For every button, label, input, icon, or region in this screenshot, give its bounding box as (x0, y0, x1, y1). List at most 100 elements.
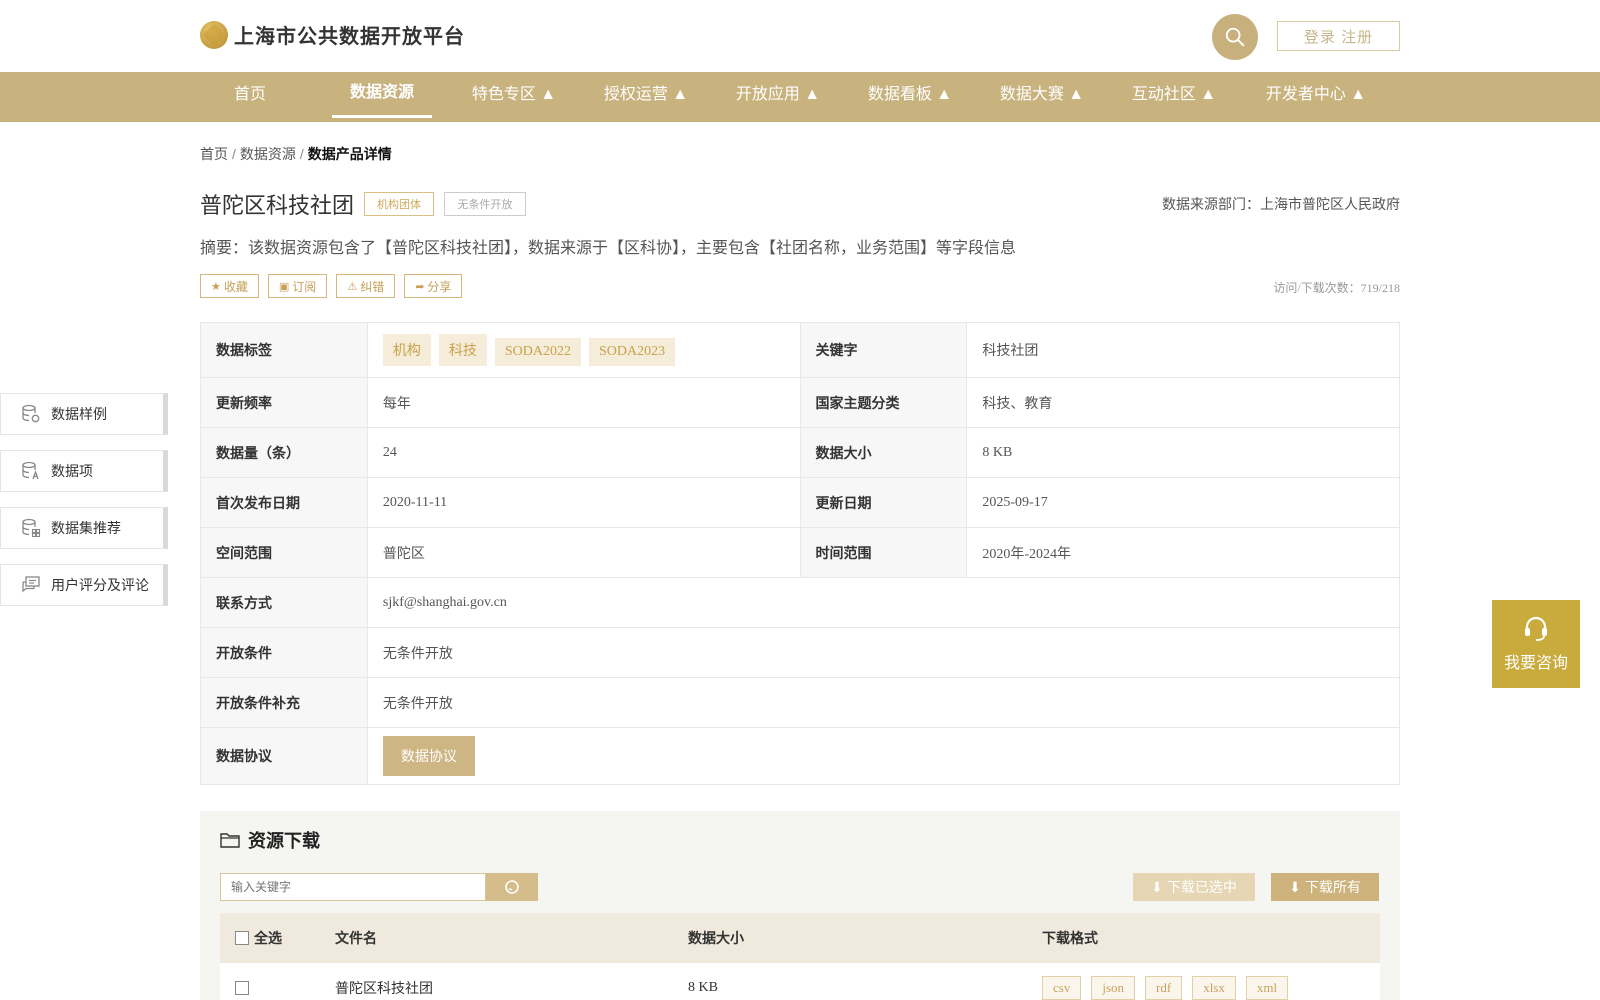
keyword-label: 关键字 (799, 322, 968, 378)
format-json-button[interactable]: json (1091, 976, 1136, 1000)
select-all-checkbox[interactable] (235, 931, 249, 945)
nav-authorized-ops[interactable]: 授权运营 ▲ (596, 72, 696, 122)
side-tab-label: 数据集推荐 (51, 520, 121, 536)
nav-developer[interactable]: 开发者中心 ▲ (1256, 72, 1376, 122)
source-department: 数据来源部门：上海市普陀区人民政府 (1162, 196, 1400, 212)
nav-data-contest[interactable]: 数据大赛 ▲ (992, 72, 1092, 122)
select-all[interactable]: 全选 (235, 913, 282, 963)
col-size: 数据大小 (688, 930, 744, 946)
download-search-input[interactable] (220, 873, 486, 901)
info-row: 数据标签 机构 科技 SODA2022 SODA2023 关键字 科技社团 (200, 322, 1400, 378)
info-row: 开放条件 无条件开放 (200, 627, 1401, 678)
time-range-value: 2020年-2024年 (966, 527, 1400, 578)
nav-open-apps[interactable]: 开放应用 ▲ (728, 72, 828, 122)
download-icon: ⬇ (1289, 878, 1301, 895)
select-all-label: 全选 (254, 930, 282, 946)
col-filename: 文件名 (335, 930, 377, 946)
open-condition-value: 无条件开放 (366, 627, 1401, 678)
info-row: 数据协议 数据协议 (200, 727, 1401, 785)
col-format: 下载格式 (1042, 930, 1098, 946)
database-recommend-icon (22, 518, 41, 538)
bookmark-icon: ▣ (278, 280, 290, 293)
breadcrumb: 首页 / 数据资源 / 数据产品详情 (200, 144, 392, 164)
download-selected-label: 下载已选中 (1166, 879, 1237, 895)
side-tab-ratings-comments[interactable]: 用户评分及评论 (0, 564, 168, 606)
side-tab-data-items[interactable]: 数据项 (0, 450, 168, 492)
consult-label: 我要咨询 (1503, 655, 1568, 672)
info-row: 开放条件补充 无条件开放 (200, 677, 1401, 728)
warning-icon: ⚠ (347, 280, 358, 293)
site-title: 上海市公共数据开放平台 (234, 26, 465, 48)
share-button[interactable]: ➦ 分享 (404, 274, 463, 298)
open-condition-extra-label: 开放条件补充 (200, 677, 368, 728)
subscribe-button[interactable]: ▣ 订阅 (267, 274, 328, 298)
search-icon (1225, 27, 1245, 47)
spatial-range-label: 空间范围 (200, 527, 368, 578)
download-table-header: 全选 文件名 数据大小 下载格式 (220, 913, 1380, 963)
side-anchor-nav: 数据样例 数据项 数据集推荐 用户评分及评论 (0, 393, 168, 621)
tags-label: 数据标签 (200, 322, 368, 378)
favorite-button[interactable]: ★ 收藏 (200, 274, 259, 298)
search-button[interactable] (1212, 14, 1258, 60)
updated-date-label: 更新日期 (799, 477, 968, 528)
breadcrumb-separator: / (299, 146, 304, 162)
row-select[interactable] (235, 963, 254, 1000)
comment-icon (22, 576, 40, 593)
open-condition-label: 开放条件 (200, 627, 368, 678)
side-tab-label: 用户评分及评论 (51, 577, 149, 593)
side-tab-data-sample[interactable]: 数据样例 (0, 393, 168, 435)
page-title: 普陀区科技社团 (200, 193, 355, 218)
download-selected-button[interactable]: ⬇ 下载已选中 (1133, 873, 1255, 901)
login-register-button[interactable]: 登录 注册 (1277, 21, 1400, 51)
download-all-button[interactable]: ⬇ 下载所有 (1271, 873, 1379, 901)
share-icon: ➦ (415, 280, 425, 293)
nav-special-zone[interactable]: 特色专区 ▲ (464, 72, 564, 122)
open-condition-extra-value: 无条件开放 (366, 677, 1401, 728)
download-title: 资源下载 (248, 831, 320, 851)
data-size-label: 数据大小 (799, 427, 968, 478)
data-tag[interactable]: SODA2023 (589, 338, 676, 366)
breadcrumb-home[interactable]: 首页 (200, 146, 228, 162)
side-tab-label: 数据项 (51, 463, 93, 479)
download-search-button[interactable] (486, 873, 538, 901)
download-icon: ⬇ (1151, 878, 1163, 895)
nav-community[interactable]: 互动社区 ▲ (1124, 72, 1224, 122)
updated-date-value: 2025-09-17 (966, 477, 1400, 528)
table-row: 普陀区科技社团 8 KB csv json rdf xlsx xml (220, 963, 1380, 1000)
row-checkbox[interactable] (235, 981, 249, 995)
data-protocol-button[interactable]: 数据协议 (382, 736, 475, 776)
nav-data-board[interactable]: 数据看板 ▲ (860, 72, 960, 122)
database-sample-icon (22, 404, 40, 423)
breadcrumb-separator: / (232, 146, 236, 162)
info-row: 数据量（条） 24 数据大小 8 KB (200, 427, 1400, 478)
star-icon: ★ (211, 280, 221, 293)
format-xlsx-button[interactable]: xlsx (1192, 976, 1236, 1000)
time-range-label: 时间范围 (799, 527, 968, 578)
info-row: 联系方式 sjkf@shanghai.gov.cn (200, 577, 1401, 628)
site-logo[interactable]: 上海市公共数据开放平台 (200, 20, 465, 49)
record-count-value: 24 (366, 427, 801, 478)
first-publish-value: 2020-11-11 (366, 477, 801, 528)
update-frequency-label: 更新频率 (200, 377, 368, 428)
format-rdf-button[interactable]: rdf (1145, 976, 1183, 1000)
data-tag[interactable]: 科技 (438, 334, 487, 366)
nav-data-resources[interactable]: 数据资源 (332, 72, 432, 118)
format-csv-button[interactable]: csv (1042, 976, 1082, 1000)
headset-icon (1525, 616, 1547, 641)
consult-button[interactable]: 我要咨询 (1492, 600, 1580, 688)
format-xml-button[interactable]: xml (1245, 976, 1289, 1000)
data-tag[interactable]: 机构 (382, 334, 431, 366)
subscribe-label: 订阅 (292, 279, 317, 294)
data-tag[interactable]: SODA2022 (494, 338, 582, 366)
side-tab-dataset-recommend[interactable]: 数据集推荐 (0, 507, 168, 549)
report-error-button[interactable]: ⚠ 纠错 (336, 274, 396, 298)
protocol-label: 数据协议 (200, 727, 368, 785)
breadcrumb-current: 数据产品详情 (307, 146, 392, 162)
record-count-label: 数据量（条） (200, 427, 368, 478)
theme-label: 国家主题分类 (799, 377, 968, 428)
search-icon (505, 880, 519, 894)
nav-home[interactable]: 首页 (200, 72, 300, 122)
tags-cell: 机构 科技 SODA2022 SODA2023 (366, 322, 801, 378)
breadcrumb-resources[interactable]: 数据资源 (240, 146, 296, 162)
row-formats: csv json rdf xlsx xml (1042, 963, 1298, 1000)
